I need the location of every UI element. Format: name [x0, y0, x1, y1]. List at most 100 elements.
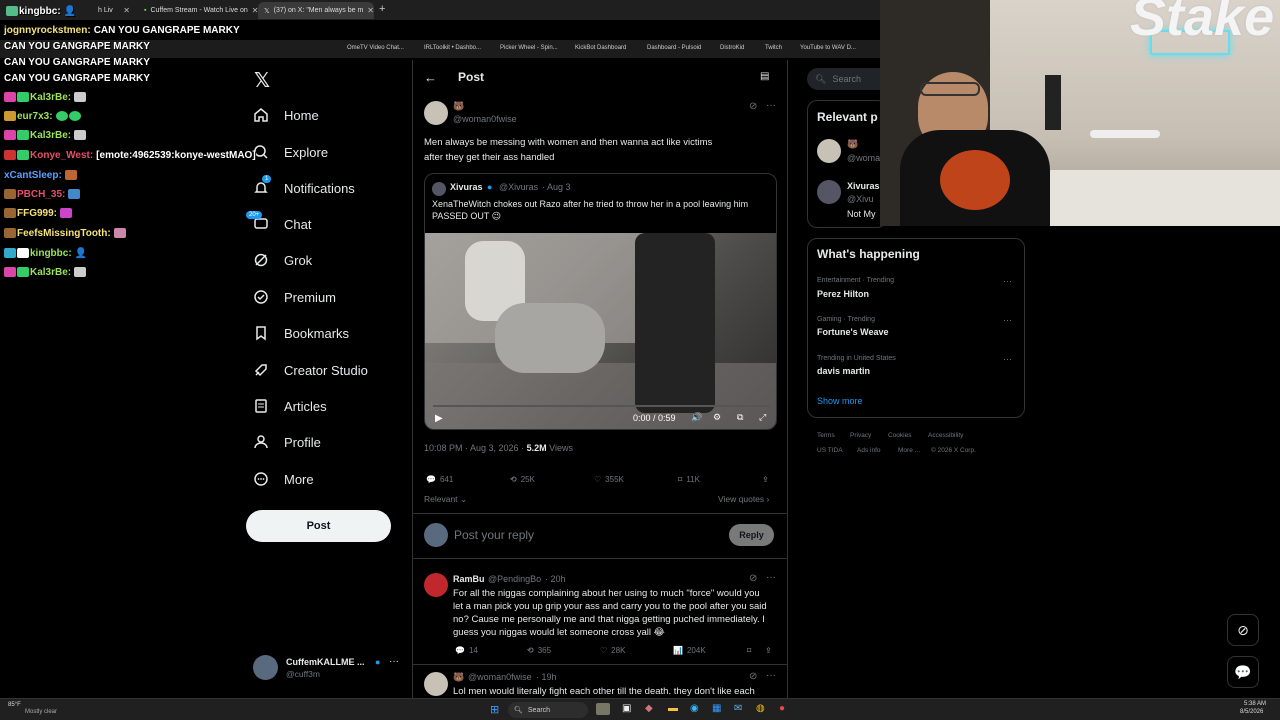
nav-home[interactable]: Home [252, 100, 319, 130]
nav-chat[interactable]: 20+ Chat [246, 209, 311, 239]
bookmark-action[interactable]: ⌑ 11K [678, 475, 700, 484]
reply-author-handle[interactable]: @woman0fwise [468, 672, 532, 682]
file-explorer-icon[interactable]: ▬ [668, 703, 678, 714]
nav-more[interactable]: More [252, 464, 314, 494]
video-progress-track[interactable] [433, 405, 770, 407]
close-icon[interactable]: ✕ [123, 6, 130, 15]
reply-author-name[interactable]: RamBu [453, 574, 485, 584]
relevant-name[interactable]: Xivuras [847, 181, 880, 191]
relevant-handle[interactable]: @Xivu [847, 194, 874, 204]
like-action[interactable]: ♡ 355K [594, 475, 624, 484]
new-tab-button[interactable]: + [379, 3, 385, 15]
quoted-post[interactable]: Xivuras ● @Xivuras · Aug 3 XenaTheWitch … [424, 173, 777, 430]
fullscreen-icon[interactable]: ⤢ [759, 412, 766, 423]
footer-link[interactable]: Cookies [888, 432, 911, 439]
reply-action[interactable]: 💬 14 [455, 646, 478, 655]
account-switcher[interactable]: CuffemKALLME ... @cuff3m ● ··· [253, 655, 403, 683]
footer-link[interactable]: Accessibility [928, 432, 963, 439]
clock-time[interactable]: 5:38 AM [1244, 701, 1266, 707]
play-icon[interactable]: ▶ [435, 413, 443, 424]
share-action[interactable]: ⇪ [765, 646, 772, 655]
grok-fab[interactable]: ⊘ [1227, 614, 1259, 646]
more-dots-icon[interactable]: ··· [766, 670, 776, 681]
bookmark-item[interactable]: KickBot Dashboard [575, 45, 626, 51]
reply-author-handle[interactable]: @PendingBo [488, 574, 541, 584]
weather-temp[interactable]: 85°F [8, 702, 21, 708]
bookmark-item[interactable]: YouTube to WAV D... [800, 45, 856, 51]
footer-link[interactable]: US TIDA [817, 447, 843, 454]
author-handle[interactable]: @woman0fwise [453, 114, 517, 124]
grok-icon[interactable]: ⊘ [749, 573, 757, 584]
task-view-icon[interactable] [596, 703, 610, 715]
bookmark-item[interactable]: DistroKid [720, 45, 744, 51]
views-action[interactable]: 📊 204K [673, 646, 706, 655]
back-arrow-icon[interactable]: ← [424, 70, 437, 85]
picture-in-picture-icon[interactable]: ⧉ [737, 412, 743, 423]
volume-icon[interactable]: 🔊 [691, 412, 702, 423]
trend-item[interactable]: davis martin [817, 366, 870, 376]
avatar[interactable] [817, 139, 841, 163]
nav-explore[interactable]: Explore [252, 137, 328, 167]
taskbar-app-icon[interactable]: ▦ [712, 703, 721, 714]
show-more-link[interactable]: Show more [817, 396, 863, 406]
browser-tab[interactable]: ▪ Cuffem Stream - Watch Live on ✕ [138, 2, 258, 19]
chrome-icon[interactable]: ◍ [756, 703, 765, 714]
more-dots-icon[interactable]: ··· [766, 572, 776, 583]
reply-input[interactable]: Post your reply [454, 528, 534, 542]
reply-action[interactable]: 💬 641 [426, 475, 453, 484]
like-action[interactable]: ♡ 28K [600, 646, 625, 655]
relevant-handle[interactable]: @woma [847, 153, 880, 163]
view-quotes-link[interactable]: View quotes › [718, 494, 769, 504]
reply-button[interactable]: Reply [729, 524, 774, 546]
grok-icon[interactable]: ⊘ [749, 101, 757, 112]
taskbar-app-icon[interactable]: ● [779, 703, 785, 714]
reader-icon[interactable]: ▤ [760, 71, 769, 82]
trend-item[interactable]: Fortune's Weave [817, 327, 889, 337]
avatar[interactable] [424, 573, 448, 597]
avatar[interactable] [817, 180, 841, 204]
nav-profile[interactable]: Profile [252, 427, 321, 457]
nav-grok[interactable]: Grok [252, 245, 312, 275]
sort-dropdown[interactable]: Relevant ⌄ [424, 494, 467, 505]
bookmark-item[interactable]: IRLToolkit • Dashbo... [424, 45, 481, 51]
bookmark-item[interactable]: Picker Wheel - Spin... [500, 45, 558, 51]
avatar[interactable] [424, 101, 448, 125]
taskbar-search[interactable]: 🔍︎ Search [508, 702, 588, 718]
windows-start-icon[interactable]: ⊞ [490, 703, 499, 716]
repost-action[interactable]: ⟲ 365 [527, 646, 551, 655]
more-dots-icon[interactable]: ··· [1003, 315, 1012, 325]
footer-link[interactable]: Ads info [857, 447, 881, 454]
nav-creator-studio[interactable]: Creator Studio [252, 355, 368, 385]
mail-icon[interactable]: ✉ [734, 703, 742, 714]
bookmark-item[interactable]: Twitch [765, 45, 782, 51]
settings-icon[interactable]: ⚙ [713, 412, 721, 423]
avatar[interactable] [424, 672, 448, 696]
nav-bookmarks[interactable]: Bookmarks [252, 318, 349, 348]
bookmark-action[interactable]: ⌑ [747, 646, 751, 655]
messages-fab[interactable]: 💬 [1227, 656, 1259, 688]
repost-action[interactable]: ⟲ 25K [510, 475, 535, 484]
grok-icon[interactable]: ⊘ [749, 671, 757, 682]
footer-link[interactable]: More ... [898, 447, 920, 454]
more-dots-icon[interactable]: ··· [1003, 354, 1012, 364]
x-logo[interactable]: 𝕏 [254, 68, 270, 93]
browser-tab-active[interactable]: 𝕏 (37) on X: "Men always be m ✕ [258, 2, 374, 19]
edge-icon[interactable]: ◉ [690, 703, 699, 714]
share-action[interactable]: ⇪ [762, 475, 769, 484]
more-dots-icon[interactable]: ··· [389, 656, 399, 667]
nav-premium[interactable]: Premium [252, 282, 336, 312]
footer-link[interactable]: Terms [817, 432, 835, 439]
more-dots-icon[interactable]: ··· [1003, 276, 1012, 286]
footer-link[interactable]: Privacy [850, 432, 871, 439]
nav-notifications[interactable]: 1 Notifications [252, 173, 355, 203]
video-player[interactable]: ▶ 0:00 / 0:59 🔊 ⚙ ⧉ ⤢ [425, 233, 776, 429]
taskbar-app-icon[interactable]: ▣ [622, 703, 631, 714]
nav-articles[interactable]: Articles [252, 391, 327, 421]
bookmark-item[interactable]: Dashboard - Pulsoid [647, 45, 701, 51]
bookmark-item[interactable]: OmeTV Video Chat... [347, 45, 404, 51]
post-button[interactable]: Post [246, 510, 391, 542]
taskbar-app-icon[interactable]: ◆ [645, 703, 653, 714]
close-icon[interactable]: ✕ [367, 6, 374, 15]
trend-item[interactable]: Perez Hilton [817, 289, 869, 299]
more-dots-icon[interactable]: ··· [766, 100, 776, 111]
